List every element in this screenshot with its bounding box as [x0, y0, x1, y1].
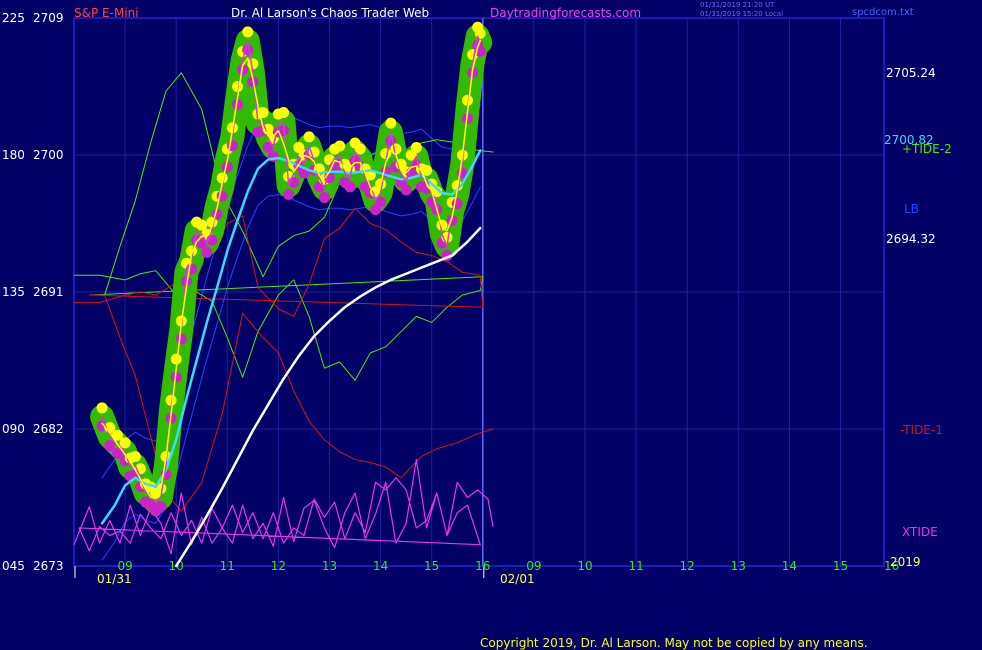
y-tick-label-index: 135 [2, 285, 25, 299]
price-high-dot [390, 143, 402, 155]
price-low-dot [283, 188, 295, 200]
instrument-title: S&P E-Mini [74, 6, 139, 20]
x-date-label: 01/31 [97, 572, 132, 586]
x-tick-label: 14 [782, 559, 797, 573]
x-tick-label: 16 [475, 559, 490, 573]
price-high-dot [119, 437, 131, 449]
indicator-label-tide-minus: -TIDE-1 [900, 423, 943, 437]
x-tick-label: 15 [424, 559, 439, 573]
timestamp-local: 01/31/2019 15:20 Local [700, 10, 784, 18]
x-tick-label: 15 [833, 559, 848, 573]
y-tick-label-price: 2700 [33, 148, 64, 162]
y-tick-label-index: 180 [2, 148, 25, 162]
copyright-text: Copyright 2019, Dr. Al Larson. May not b… [480, 636, 868, 650]
price-high-dot [303, 131, 315, 143]
x-tick-label: 09 [117, 559, 132, 573]
price-low-dot [344, 181, 356, 193]
x-tick-label: 11 [628, 559, 643, 573]
price-high-dot [242, 26, 254, 38]
y-tick-label-price: 2682 [33, 422, 64, 436]
price-band [90, 24, 493, 515]
price-high-dot [96, 402, 108, 414]
price-low-dot [155, 501, 167, 512]
indicator-label-tide-plus: +TIDE-2 [902, 142, 952, 156]
price-high-dot [385, 117, 397, 129]
price-high-dot [410, 142, 422, 154]
chart-title: Dr. Al Larson's Chaos Trader Web [231, 6, 430, 20]
y-tick-label-index: 045 [2, 559, 25, 573]
year-label: 2019 [890, 555, 921, 569]
x-tick-label: 12 [680, 559, 695, 573]
indicator-label-xtide: XTIDE [902, 525, 938, 539]
x-tick-label: 13 [322, 559, 337, 573]
timestamp-ut: 01/31/2019 21:20 UT [700, 1, 775, 9]
y-tick-label-index: 090 [2, 422, 25, 436]
y-tick-label-index: 225 [2, 11, 25, 25]
x-tick-label: 11 [220, 559, 235, 573]
site-link[interactable]: Daytradingforecasts.com [490, 6, 641, 20]
price-low-dot [400, 184, 412, 196]
price-low-dot [201, 246, 213, 258]
x-tick-label: 14 [373, 559, 388, 573]
y-tick-label-price: 2691 [33, 285, 64, 299]
right-value-label: 2694.32 [886, 232, 936, 246]
price-high-dot [129, 451, 141, 463]
y-tick-label-price: 2709 [33, 11, 64, 25]
chart-plot: 225 2709 180 2700 135 2691 090 2682 045 2673 09 10 1… [2, 11, 952, 586]
price-low-dot [318, 191, 330, 203]
x-tick-label: 13 [731, 559, 746, 573]
x-date-label: 02/01 [500, 572, 535, 586]
indicator-label-lb: LB [904, 202, 919, 216]
x-tick-label: 12 [271, 559, 286, 573]
price-high-dot [474, 27, 486, 39]
right-value-label: 2705.24 [886, 66, 936, 80]
y-tick-label-price: 2673 [33, 559, 64, 573]
price-high-dot [334, 140, 346, 152]
data-file-name: spcdcom.txt [852, 7, 914, 18]
price-high-dot [278, 107, 290, 119]
x-tick-label: 09 [526, 559, 541, 573]
x-tick-label: 10 [577, 559, 592, 573]
